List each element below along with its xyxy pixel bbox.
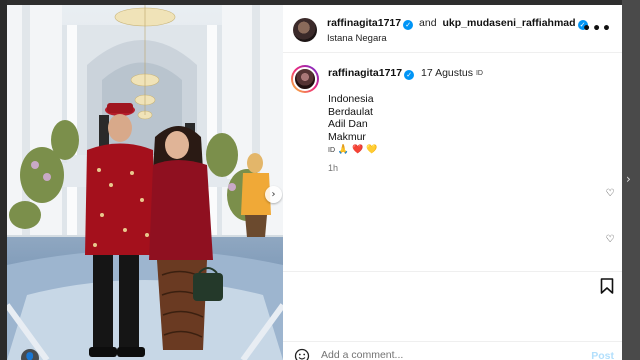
caption-text: Indonesia Berdaulat Adil Dan Makmur ID 🙏… [328,93,377,158]
heart-icon: ♡ [605,188,615,199]
bookmark-icon[interactable] [600,278,614,294]
author-avatar[interactable] [293,18,317,42]
person-tag-icon: 👤 [23,352,37,360]
collaborator-username[interactable]: ukp_mudaseni_raffiahmad [443,17,576,29]
post-image [7,5,283,360]
caption-line: Berdaulat [328,105,373,118]
chevron-right-icon: › [271,189,276,200]
indonesia-flag-icon: ID [475,70,483,77]
post-actions [283,271,622,341]
post-detail-panel: raffinagita1717 ✓ and ukp_mudaseni_raffia… [283,5,622,360]
post-caption: raffinagita1717 ✓ 17 Agustus ID Indonesia… [283,53,622,293]
caption-date: 17 Agustus [421,67,474,79]
post-comment-button[interactable]: Post [591,350,614,360]
caption-emojis: 🙏 ❤️ 💛 [337,145,378,156]
like-comment-button[interactable]: ♡ [604,234,616,246]
tagged-people-button[interactable]: 👤 [21,349,39,360]
and-text: and [419,17,437,29]
caption-time-ago: 1h [328,163,339,173]
caption-author-avatar[interactable] [291,65,319,93]
indonesia-flag-icon: ID [328,147,335,155]
post-location[interactable]: Istana Negara [327,33,387,44]
caption-emoji-line: ID 🙏 ❤️ 💛 [328,143,377,158]
post-photo: › 👤 [7,5,283,360]
post-authors: raffinagita1717 ✓ and ukp_mudaseni_raffia… [327,17,588,30]
author-username[interactable]: raffinagita1717 [327,17,401,29]
heart-icon: ♡ [605,234,615,245]
caption-line: Adil Dan [328,118,368,131]
comment-input[interactable] [321,349,571,360]
next-image-button[interactable]: › [265,186,282,203]
verified-badge-icon: ✓ [403,20,414,30]
verified-badge-icon: ✓ [404,70,415,80]
next-post-chevron-icon[interactable]: › [626,172,636,192]
more-options-button[interactable]: ••• [582,21,612,37]
caption-line: Indonesia [328,93,374,105]
caption-author-username[interactable]: raffinagita1717 [328,67,402,79]
backdrop-right[interactable]: › [622,0,640,360]
backdrop-left [0,0,7,360]
caption-line: Makmur [328,130,366,143]
comment-bar: Post [283,341,622,360]
post-header: raffinagita1717 ✓ and ukp_mudaseni_raffia… [283,5,622,53]
emoji-icon[interactable] [294,348,310,360]
caption-header: raffinagita1717 ✓ 17 Agustus ID [328,67,483,80]
like-comment-button[interactable]: ♡ [604,188,616,200]
